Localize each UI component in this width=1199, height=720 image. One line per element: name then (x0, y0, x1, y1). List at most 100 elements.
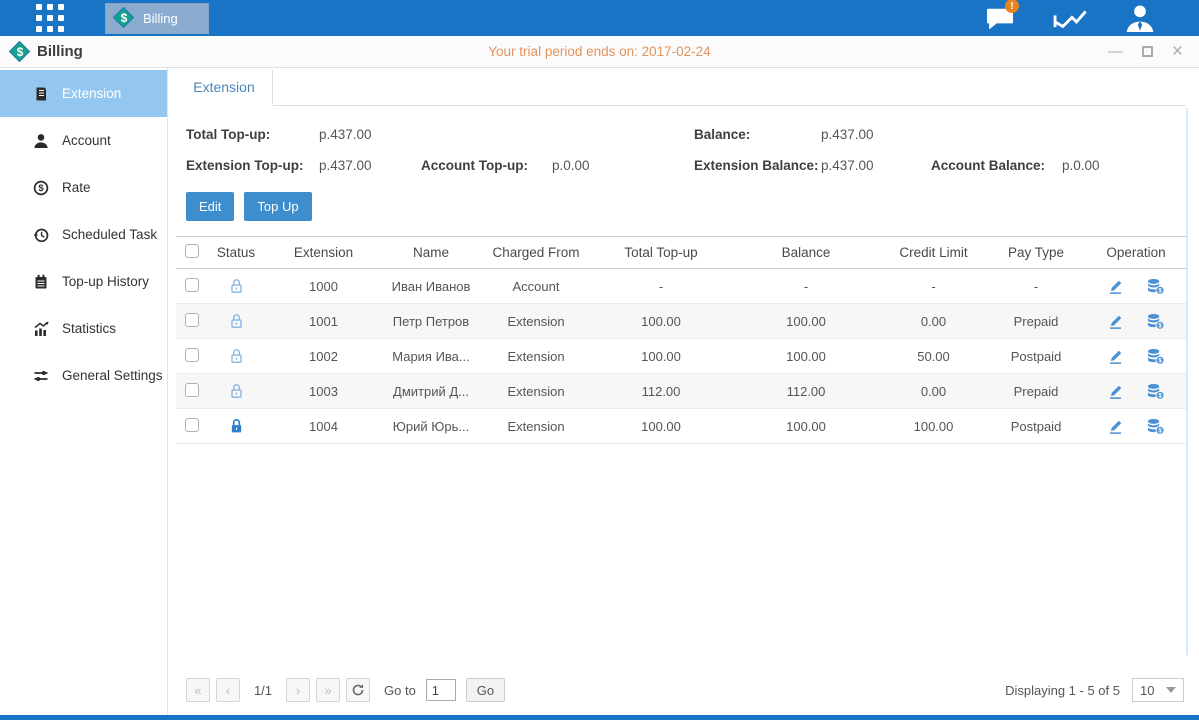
sidebar-item-rate[interactable]: $ Rate (0, 164, 167, 211)
svg-text:$: $ (1158, 357, 1162, 364)
edit-row-icon[interactable] (1107, 383, 1124, 400)
column-header-balance: Balance (731, 245, 881, 260)
refresh-icon (351, 683, 365, 697)
displaying-text: Displaying 1 - 5 of 5 (1005, 683, 1120, 698)
messages-icon[interactable]: ! (983, 3, 1017, 33)
edit-row-icon[interactable] (1107, 418, 1124, 435)
sidebar-item-extension[interactable]: Extension (0, 70, 167, 117)
maximize-icon[interactable] (1142, 46, 1153, 57)
rate-dollar-icon: $ (33, 180, 49, 196)
total-topup-cell: 100.00 (591, 314, 731, 329)
account-person-icon (33, 133, 49, 149)
edit-row-icon[interactable] (1107, 348, 1124, 365)
balance-cell: 100.00 (731, 349, 881, 364)
close-icon[interactable]: × (1172, 42, 1183, 61)
svg-text:$: $ (1158, 287, 1162, 294)
topup-row-icon[interactable]: $ (1146, 383, 1165, 400)
prev-page-button[interactable]: ‹ (216, 678, 240, 702)
charged-from-cell: Extension (481, 419, 591, 434)
topbar-right-icons: ! (983, 3, 1157, 33)
edit-row-icon[interactable] (1107, 278, 1124, 295)
taskbar-billing-button[interactable]: $ Billing (105, 3, 209, 34)
total-topup-value: p.437.00 (319, 127, 372, 142)
topup-button[interactable]: Top Up (244, 192, 311, 221)
pay-type-cell: Postpaid (986, 419, 1086, 434)
reports-chart-icon[interactable] (1053, 3, 1087, 33)
goto-page-input[interactable] (426, 679, 456, 701)
desktop-topbar: $ Billing ! (0, 0, 1199, 36)
name-cell: Дмитрий Д... (381, 384, 481, 399)
billing-summary: Total Top-up: p.437.00 Extension Top-up:… (186, 119, 1186, 181)
first-page-button[interactable]: « (186, 678, 210, 702)
tab-extension[interactable]: Extension (176, 70, 273, 106)
edit-row-icon[interactable] (1107, 313, 1124, 330)
total-topup-cell: 100.00 (591, 349, 731, 364)
sidebar-item-label: Scheduled Task (62, 227, 157, 242)
row-checkbox[interactable] (185, 383, 199, 397)
balance-cell: - (731, 279, 881, 294)
sidebar-item-statistics[interactable]: Statistics (0, 305, 167, 352)
column-header-credit-limit: Credit Limit (881, 245, 986, 260)
svg-text:$: $ (38, 183, 44, 194)
sidebar-item-label: Extension (62, 86, 121, 101)
topup-row-icon[interactable]: $ (1146, 348, 1165, 365)
row-checkbox[interactable] (185, 278, 199, 292)
row-checkbox[interactable] (185, 348, 199, 362)
window-title: Billing (37, 43, 83, 60)
table-row: 1002 Мария Ива... Extension 100.00 100.0… (176, 339, 1186, 374)
charged-from-cell: Extension (481, 384, 591, 399)
column-header-operation: Operation (1086, 245, 1186, 260)
select-all-checkbox[interactable] (185, 244, 199, 258)
billing-app-screen: $ Billing ! (0, 0, 1199, 720)
topup-row-icon[interactable]: $ (1146, 278, 1165, 295)
next-page-button[interactable]: › (286, 678, 310, 702)
billing-window-icon: $ (9, 41, 31, 63)
credit-limit-cell: - (881, 279, 986, 294)
topup-row-icon[interactable]: $ (1146, 313, 1165, 330)
pay-type-cell: Prepaid (986, 314, 1086, 329)
column-header-name: Name (381, 245, 481, 260)
lock-open-icon (229, 348, 244, 364)
sidebar-item-scheduled-task[interactable]: Scheduled Task (0, 211, 167, 258)
extension-cell: 1002 (266, 349, 381, 364)
row-checkbox[interactable] (185, 418, 199, 432)
credit-limit-cell: 0.00 (881, 314, 986, 329)
extension-book-icon (33, 86, 49, 102)
window-titlebar: $ Billing Your trial period ends on: 201… (0, 36, 1199, 68)
edit-button[interactable]: Edit (186, 192, 234, 221)
balance-cell: 100.00 (731, 419, 881, 434)
lock-open-icon (229, 313, 244, 329)
extension-cell: 1001 (266, 314, 381, 329)
last-page-button[interactable]: » (316, 678, 340, 702)
credit-limit-cell: 100.00 (881, 419, 986, 434)
column-header-status: Status (206, 245, 266, 260)
go-button[interactable]: Go (466, 678, 505, 702)
name-cell: Петр Петров (381, 314, 481, 329)
topup-row-icon[interactable]: $ (1146, 418, 1165, 435)
sidebar-item-topup-history[interactable]: Top-up History (0, 258, 167, 305)
row-checkbox[interactable] (185, 313, 199, 327)
refresh-button[interactable] (346, 678, 370, 702)
sidebar-item-label: General Settings (62, 368, 163, 383)
minimize-icon[interactable]: — (1108, 44, 1123, 59)
page-size-select[interactable]: 10 (1132, 678, 1184, 702)
extension-balance-label: Extension Balance: (694, 158, 821, 173)
lock-open-icon (229, 383, 244, 399)
table-row: 1003 Дмитрий Д... Extension 112.00 112.0… (176, 374, 1186, 409)
sidebar-item-label: Account (62, 133, 111, 148)
extension-balance-value: p.437.00 (821, 158, 931, 173)
window-title-group: $ Billing (9, 41, 83, 63)
table-header-row: Status Extension Name Charged From Total… (176, 236, 1186, 269)
total-topup-label: Total Top-up: (186, 127, 319, 142)
scrollbar-track[interactable] (1186, 108, 1188, 655)
app-launcher-grid-icon[interactable] (36, 4, 64, 32)
sidebar-item-account[interactable]: Account (0, 117, 167, 164)
sidebar-item-general-settings[interactable]: General Settings (0, 352, 167, 399)
lock-open-icon (229, 278, 244, 294)
name-cell: Юрий Юрь... (381, 419, 481, 434)
total-topup-cell: - (591, 279, 731, 294)
charged-from-cell: Account (481, 279, 591, 294)
charged-from-cell: Extension (481, 349, 591, 364)
page-size-value: 10 (1140, 683, 1154, 698)
user-account-icon[interactable] (1123, 3, 1157, 33)
